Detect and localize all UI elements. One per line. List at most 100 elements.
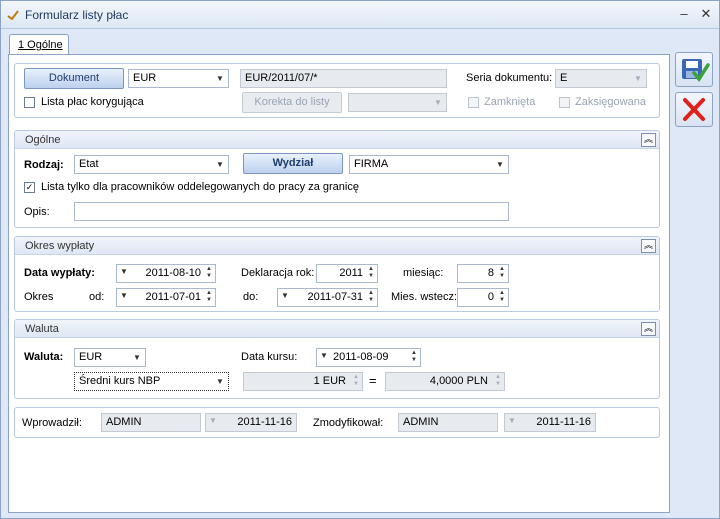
lista-korygujaca-label: Lista płac korygująca xyxy=(41,96,144,108)
seria-select[interactable]: E ▼ xyxy=(555,69,647,88)
rodzaj-value: Etat xyxy=(79,158,99,170)
mies-wstecz-label: Mies. wstecz: xyxy=(391,291,458,303)
spinner-icon: ▲ ▼ xyxy=(206,290,212,303)
data-wyplaty-input[interactable]: ▼ 2011-08-10 ▲ ▼ xyxy=(116,264,216,283)
wprowadzil-date-field[interactable]: ▼ 2011-11-16 xyxy=(205,413,297,432)
document-number-value: EUR/2011/07/* xyxy=(245,72,318,84)
do-input[interactable]: ▼ 2011-07-31 ▲ ▼ xyxy=(277,288,378,307)
seria-value: E xyxy=(560,72,568,84)
header-group: Dokument EUR ▼ EUR/2011/07/* Seria dokum… xyxy=(14,63,660,118)
document-number-field[interactable]: EUR/2011/07/* xyxy=(240,69,447,88)
spinner-icon: ▲ ▼ xyxy=(368,266,374,279)
wydzial-button[interactable]: Wydział xyxy=(243,153,343,174)
korekta-select[interactable]: ▼ xyxy=(348,93,447,112)
miesiac-input[interactable]: 8 ▲ ▼ xyxy=(457,264,509,283)
zamknieta-checkbox[interactable] xyxy=(468,97,479,108)
collapse-icon[interactable]: ︽ xyxy=(641,133,656,147)
spinner-icon: ▲ ▼ xyxy=(206,266,212,279)
okres-label: Okres xyxy=(24,291,54,303)
zmodyfikowal-label: Zmodyfikował: xyxy=(313,417,384,429)
mies-wstecz-input[interactable]: 0 ▲ ▼ xyxy=(457,288,509,307)
deklaracja-rok-input[interactable]: 2011 ▲ ▼ xyxy=(316,264,378,283)
waluta-header: Waluta ︽ xyxy=(15,320,659,338)
oddelegowani-checkbox[interactable]: ✓ xyxy=(24,182,35,193)
footer-group: Wprowadził: ADMIN ▼ 2011-11-16 Zmodyfiko… xyxy=(14,407,660,438)
okres-header: Okres wypłaty ︽ xyxy=(15,237,659,255)
zmodyfikowal-user-value: ADMIN xyxy=(403,416,439,428)
cancel-button[interactable] xyxy=(675,92,713,127)
amount-to-field[interactable]: 4,0000 PLN ▲ ▼ xyxy=(385,372,505,391)
rodzaj-select[interactable]: Etat ▼ xyxy=(74,155,229,174)
equals-sign: = xyxy=(369,373,377,388)
ogolne-header: Ogólne ︽ xyxy=(15,131,659,149)
waluta-label: Waluta: xyxy=(24,351,64,363)
calendar-dropdown-icon: ▼ xyxy=(508,416,516,425)
chevron-down-icon: ▼ xyxy=(216,74,224,83)
mies-wstecz-value: 0 xyxy=(487,291,494,303)
save-button[interactable] xyxy=(675,52,713,87)
chevron-down-icon: ▼ xyxy=(216,377,224,386)
do-value: 2011-07-31 xyxy=(307,291,363,303)
kurs-type-select[interactable]: Średni kurs NBP ▼ xyxy=(74,372,229,391)
data-kursu-value: 2011-08-09 xyxy=(333,351,389,363)
od-label: od: xyxy=(89,291,105,303)
spinner-icon: ▲ ▼ xyxy=(353,374,359,387)
app-icon xyxy=(7,10,19,20)
opis-label: Opis: xyxy=(24,206,50,218)
oddelegowani-label: Lista tylko dla pracowników oddelegowany… xyxy=(41,181,359,193)
wprowadzil-user-field[interactable]: ADMIN xyxy=(101,413,201,432)
deklaracja-rok-value: 2011 xyxy=(339,267,363,279)
minimize-button[interactable]: – xyxy=(675,5,693,23)
save-icon xyxy=(682,59,710,82)
close-button[interactable]: ✕ xyxy=(697,5,715,23)
cancel-icon xyxy=(683,98,705,121)
data-kursu-input[interactable]: ▼ 2011-08-09 ▲ ▼ xyxy=(316,348,421,367)
kurs-type-value: Średni kurs NBP xyxy=(79,375,161,387)
waluta-select[interactable]: EUR ▼ xyxy=(74,348,146,367)
spinner-icon: ▲ ▼ xyxy=(411,350,417,363)
calendar-dropdown-icon: ▼ xyxy=(120,267,128,276)
title-bar: Formularz listy płac – ✕ xyxy=(1,1,719,29)
currency-select[interactable]: EUR ▼ xyxy=(128,69,229,88)
miesiac-label: miesiąc: xyxy=(403,267,444,279)
collapse-icon[interactable]: ︽ xyxy=(641,239,656,253)
data-wyplaty-value: 2011-08-10 xyxy=(145,267,201,279)
wprowadzil-date-value: 2011-11-16 xyxy=(237,416,292,428)
spinner-icon: ▲ ▼ xyxy=(499,266,505,279)
ogolne-title: Ogólne xyxy=(25,134,61,146)
opis-input[interactable] xyxy=(74,202,509,221)
tab-ogolne[interactable]: 1 Ogólne xyxy=(9,34,69,56)
wydzial-value: FIRMA xyxy=(354,158,389,170)
wydzial-select[interactable]: FIRMA ▼ xyxy=(349,155,509,174)
deklaracja-label: Deklaracja rok: xyxy=(241,267,315,279)
od-value: 2011-07-01 xyxy=(145,291,201,303)
wprowadzil-label: Wprowadził: xyxy=(22,417,82,429)
seria-label: Seria dokumentu: xyxy=(466,72,553,84)
zaksiegowana-checkbox[interactable] xyxy=(559,97,570,108)
amount-from-value: 1 EUR xyxy=(313,375,346,387)
window-title: Formularz listy płac xyxy=(25,8,129,22)
zmodyfikowal-user-field[interactable]: ADMIN xyxy=(398,413,498,432)
spinner-icon: ▲ ▼ xyxy=(495,374,501,387)
korekta-button[interactable]: Korekta do listy xyxy=(242,92,342,113)
okres-title: Okres wypłaty xyxy=(25,240,95,252)
calendar-dropdown-icon: ▼ xyxy=(120,291,128,300)
rodzaj-label: Rodzaj: xyxy=(24,159,64,171)
spinner-icon: ▲ ▼ xyxy=(499,290,505,303)
zmodyfikowal-date-field[interactable]: ▼ 2011-11-16 xyxy=(504,413,596,432)
do-label: do: xyxy=(243,291,259,303)
collapse-icon[interactable]: ︽ xyxy=(641,322,656,336)
waluta-value: EUR xyxy=(79,351,103,363)
lista-korygujaca-checkbox[interactable] xyxy=(24,97,35,108)
calendar-dropdown-icon: ▼ xyxy=(209,416,217,425)
chevron-down-icon: ▼ xyxy=(133,353,141,362)
od-input[interactable]: ▼ 2011-07-01 ▲ ▼ xyxy=(116,288,216,307)
okres-group: Okres wypłaty ︽ Data wypłaty: ▼ 2011-08-… xyxy=(14,236,660,312)
chevron-down-icon: ▼ xyxy=(434,98,442,107)
amount-from-field[interactable]: 1 EUR ▲ ▼ xyxy=(243,372,363,391)
ogolne-group: Ogólne ︽ Rodzaj: Etat ▼ Wydział FIRMA ▼ … xyxy=(14,130,660,228)
dokument-button[interactable]: Dokument xyxy=(24,68,124,89)
data-kursu-label: Data kursu: xyxy=(241,351,298,363)
currency-value: EUR xyxy=(133,72,157,84)
calendar-dropdown-icon: ▼ xyxy=(281,291,289,300)
